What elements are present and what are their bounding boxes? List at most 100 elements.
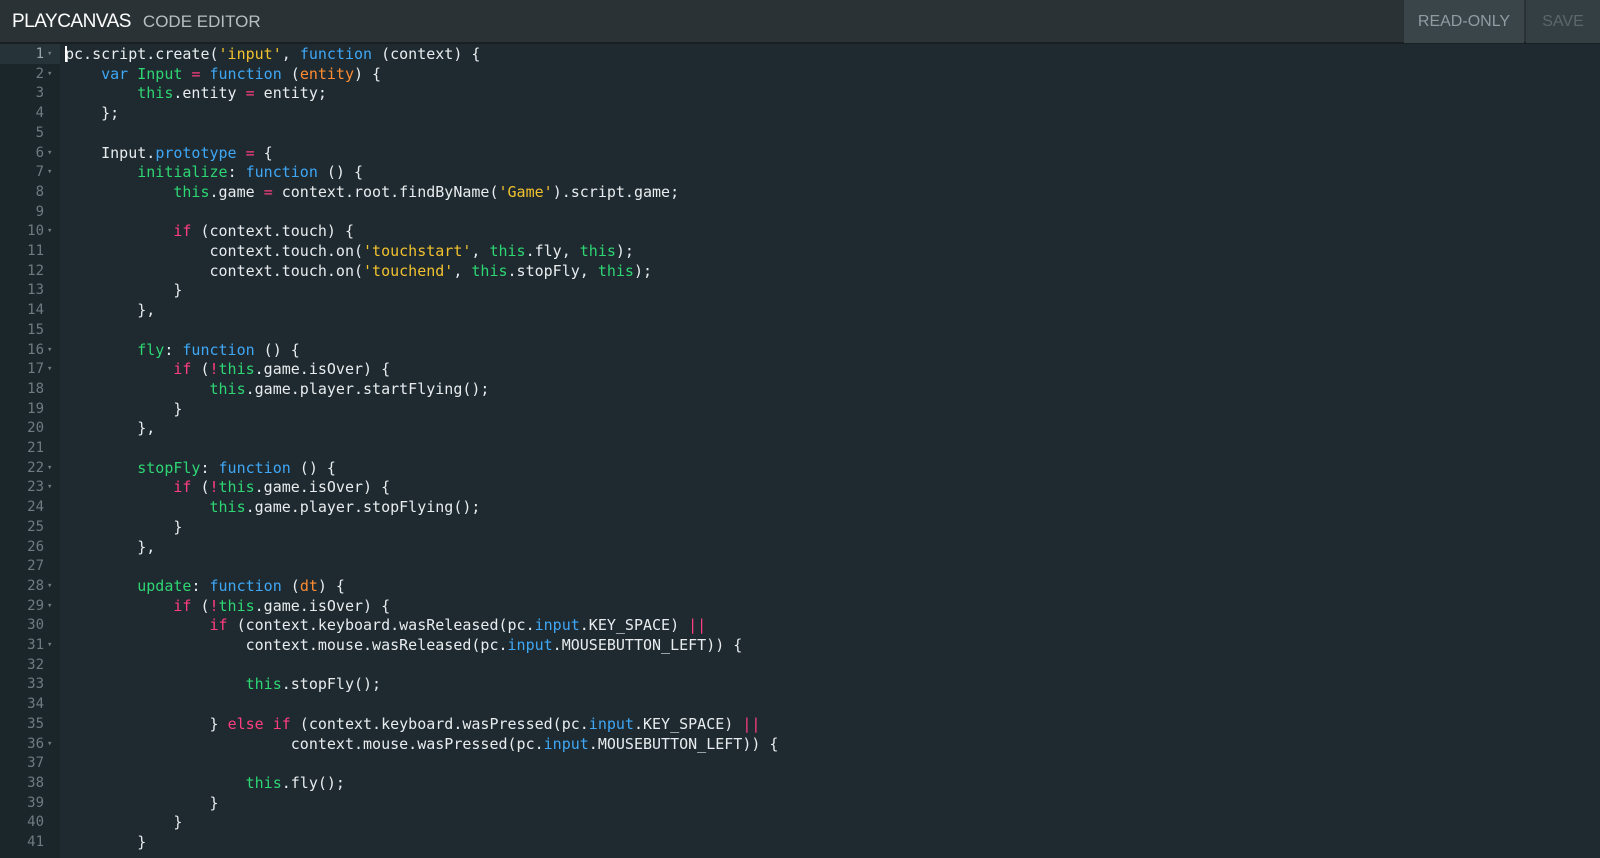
code-line[interactable]: 29 ▾ if (!this.game.isOver) { bbox=[0, 596, 1600, 616]
code-line[interactable]: 30 if (context.keyboard.wasReleased(pc.i… bbox=[0, 615, 1600, 635]
code-editor[interactable]: 1 ▾ pc.script.create('input', function (co… bbox=[0, 44, 1600, 858]
code-line[interactable]: 34 bbox=[0, 694, 1600, 714]
code-line[interactable]: 27 bbox=[0, 556, 1600, 576]
code-line[interactable]: 14 }, bbox=[0, 300, 1600, 320]
code-line[interactable]: 22 ▾ stopFly: function () { bbox=[0, 458, 1600, 478]
line-number: 12 bbox=[27, 262, 44, 279]
code-token: ! bbox=[209, 360, 219, 379]
code-token: ); bbox=[615, 242, 634, 260]
code-line[interactable]: 5 bbox=[0, 123, 1600, 143]
code-line[interactable]: 8 this.game = context.root.findByName('G… bbox=[0, 182, 1600, 202]
fold-arrow-icon[interactable]: ▾ bbox=[47, 221, 57, 241]
code-token: } bbox=[65, 833, 147, 851]
code-line[interactable]: 20 }, bbox=[0, 418, 1600, 438]
line-number: 5 bbox=[35, 124, 44, 141]
code-line[interactable]: 37 bbox=[0, 753, 1600, 773]
line-number: 41 bbox=[27, 834, 44, 850]
code-line[interactable]: 40 } bbox=[0, 812, 1600, 832]
code-token: ( bbox=[281, 64, 300, 83]
fold-arrow-icon[interactable]: ▾ bbox=[47, 64, 57, 84]
line-number: 17 bbox=[27, 361, 44, 378]
save-button[interactable]: SAVE bbox=[1526, 0, 1600, 43]
code-token: function bbox=[218, 458, 291, 477]
fold-arrow-icon[interactable]: ▾ bbox=[47, 477, 57, 497]
code-line[interactable]: 25 } bbox=[0, 517, 1600, 537]
read-only-button[interactable]: READ-ONLY bbox=[1404, 0, 1524, 43]
code-token: Input. bbox=[65, 143, 156, 162]
line-number: 3 bbox=[35, 85, 44, 102]
code-token: this bbox=[597, 261, 634, 280]
code-line[interactable]: 16 ▾ fly: function () { bbox=[0, 340, 1600, 360]
fold-arrow-icon[interactable]: ▾ bbox=[47, 596, 57, 616]
code-token: 'Game' bbox=[498, 182, 553, 201]
code-token: : bbox=[200, 458, 219, 477]
code-line[interactable]: 2 ▾ var Input = function (entity) { bbox=[0, 64, 1600, 84]
fold-arrow-icon[interactable]: ▾ bbox=[47, 162, 57, 182]
line-number: 18 bbox=[27, 380, 44, 397]
code-token: { bbox=[254, 143, 273, 162]
code-line[interactable]: 4 }; bbox=[0, 103, 1600, 123]
code-token: context.touch.on( bbox=[65, 242, 364, 260]
code-line[interactable]: 1 ▾ pc.script.create('input', function (co… bbox=[0, 44, 1600, 64]
line-number: 25 bbox=[27, 518, 44, 535]
code-text: } bbox=[65, 793, 218, 813]
code-line[interactable]: 23 ▾ if (!this.game.isOver) { bbox=[0, 477, 1600, 497]
line-number: 22 bbox=[27, 459, 44, 476]
code-token: ( bbox=[191, 478, 210, 497]
code-text: }, bbox=[65, 537, 155, 557]
fold-arrow-icon[interactable]: ▾ bbox=[47, 576, 57, 596]
code-line[interactable]: 12 context.touch.on('touchend', this.sto… bbox=[0, 261, 1600, 281]
code-line[interactable]: 35 } else if (context.keyboard.wasPresse… bbox=[0, 714, 1600, 734]
code-line[interactable]: 39 } bbox=[0, 793, 1600, 813]
code-token: .game.isOver) { bbox=[254, 478, 391, 497]
fold-arrow-icon[interactable]: ▾ bbox=[47, 340, 57, 360]
code-line[interactable]: 6 ▾ Input.prototype = { bbox=[0, 143, 1600, 163]
line-number: 2 bbox=[35, 65, 44, 82]
code-line[interactable]: 3 this.entity = entity; bbox=[0, 83, 1600, 103]
code-token: } bbox=[65, 281, 183, 300]
code-token: prototype bbox=[155, 143, 237, 162]
code-line[interactable]: 21 bbox=[0, 438, 1600, 458]
fold-arrow-icon[interactable]: ▾ bbox=[47, 635, 57, 655]
code-line[interactable]: 41 } bbox=[0, 832, 1600, 852]
code-token: (context) { bbox=[372, 45, 481, 63]
code-line[interactable]: 15 bbox=[0, 320, 1600, 340]
code-token: (context.keyboard.wasReleased(pc. bbox=[227, 616, 535, 635]
code-line[interactable]: 19 } bbox=[0, 399, 1600, 419]
code-line[interactable]: 13 } bbox=[0, 280, 1600, 300]
code-token: input bbox=[588, 714, 634, 733]
fold-arrow-icon[interactable]: ▾ bbox=[47, 458, 57, 478]
code-line[interactable]: 7 ▾ initialize: function () { bbox=[0, 162, 1600, 182]
code-text: context.touch.on('touchstart', this.fly,… bbox=[65, 241, 634, 261]
code-line[interactable]: 9 bbox=[0, 202, 1600, 222]
line-number: 20 bbox=[27, 420, 44, 437]
code-line[interactable]: 24 this.game.player.stopFlying(); bbox=[0, 497, 1600, 517]
code-line[interactable]: 17 ▾ if (!this.game.isOver) { bbox=[0, 359, 1600, 379]
code-line[interactable]: 38 this.fly(); bbox=[0, 773, 1600, 793]
code-token: ! bbox=[209, 478, 219, 497]
code-line[interactable]: 10 ▾ if (context.touch) { bbox=[0, 221, 1600, 241]
code-line[interactable]: 31 ▾ context.mouse.wasReleased(pc.input.M… bbox=[0, 635, 1600, 655]
fold-arrow-icon[interactable]: ▾ bbox=[47, 359, 57, 379]
code-token: function bbox=[209, 576, 282, 595]
code-line[interactable]: 28 ▾ update: function (dt) { bbox=[0, 576, 1600, 596]
fold-arrow-icon[interactable]: ▾ bbox=[47, 143, 57, 163]
code-line[interactable]: 36 ▾ context.mouse.wasPressed(pc.input.MO… bbox=[0, 734, 1600, 754]
code-line[interactable]: 33 this.stopFly(); bbox=[0, 674, 1600, 694]
code-text: if (context.keyboard.wasReleased(pc.inpu… bbox=[65, 615, 707, 635]
code-line[interactable]: 18 this.game.player.startFlying(); bbox=[0, 379, 1600, 399]
code-token: pc.script.create( bbox=[65, 45, 219, 63]
code-line[interactable]: 11 context.touch.on('touchstart', this.f… bbox=[0, 241, 1600, 261]
text-cursor bbox=[65, 46, 67, 62]
code-line[interactable]: 26 }, bbox=[0, 537, 1600, 557]
fold-arrow-icon[interactable]: ▾ bbox=[47, 44, 57, 64]
code-token: : bbox=[227, 163, 246, 182]
code-line[interactable]: 32 bbox=[0, 655, 1600, 675]
code-token: this bbox=[579, 242, 616, 260]
fold-arrow-icon[interactable]: ▾ bbox=[47, 734, 57, 754]
code-token: () { bbox=[290, 458, 336, 477]
code-token: entity bbox=[299, 64, 354, 83]
code-text: } bbox=[65, 399, 182, 419]
